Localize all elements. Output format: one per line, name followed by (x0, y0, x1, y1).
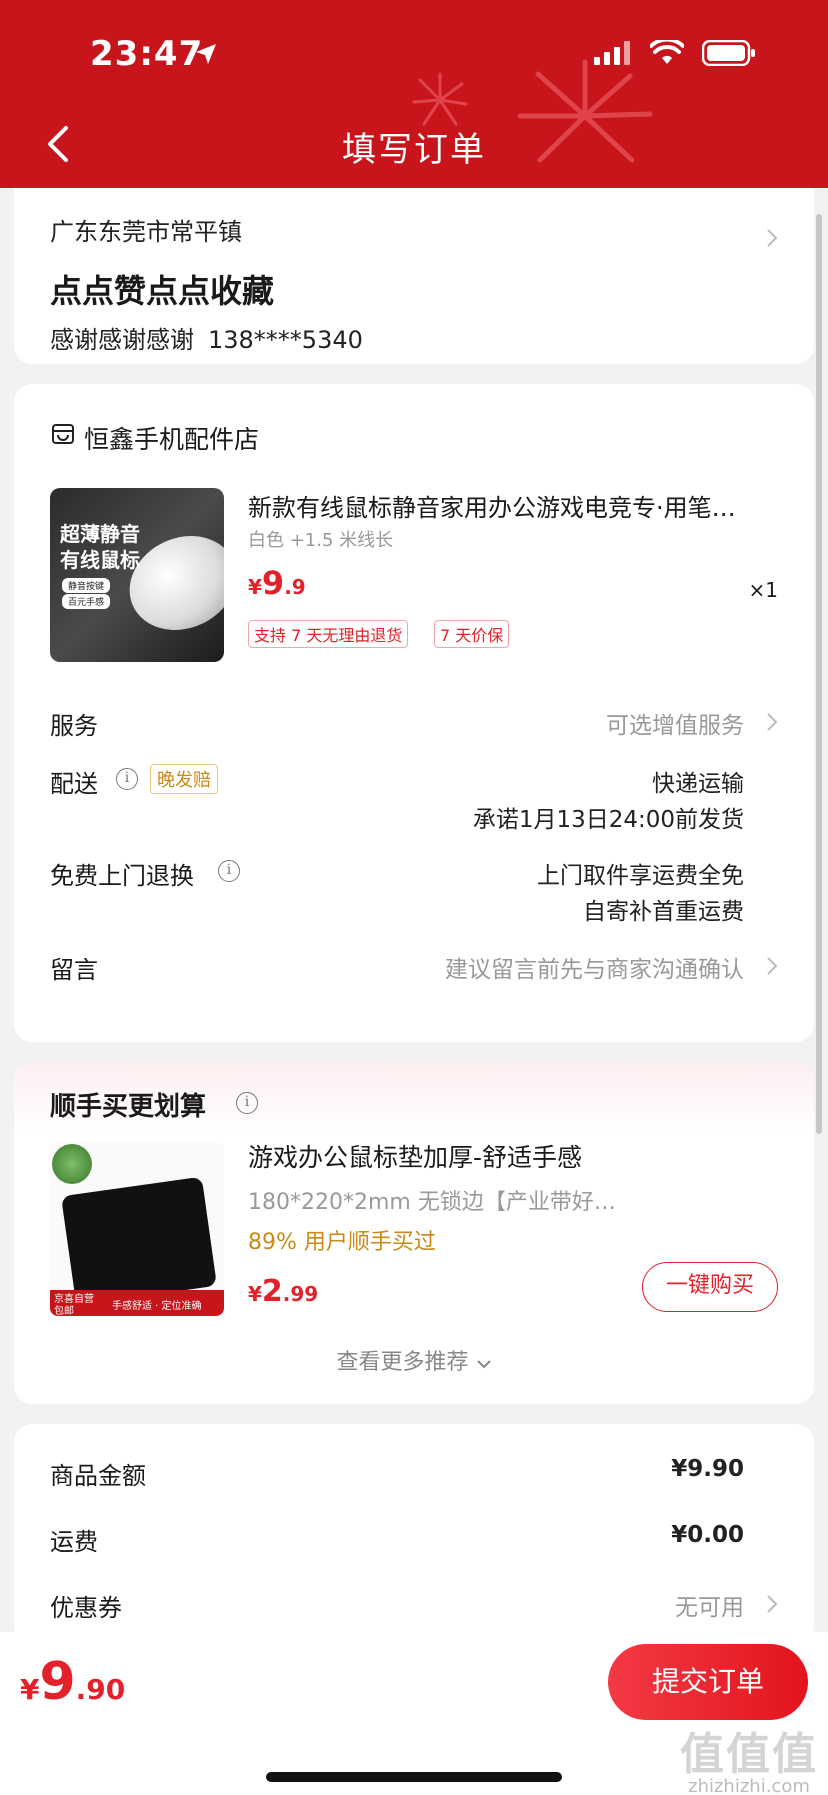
price-symbol: ¥ (248, 575, 262, 599)
recommend-buy-rate: 89% 用户顺手买过 (248, 1230, 436, 1255)
battery-icon (702, 40, 755, 66)
coupon-value[interactable]: 无可用 (675, 1588, 744, 1622)
chevron-right-icon (767, 957, 778, 975)
delivery-label: 配送 (50, 770, 98, 798)
checkout-bar: ¥9.90 提交订单 值值值 zhizhizhi.com (0, 1632, 828, 1795)
product-title[interactable]: 新款有线鼠标静音家用办公游戏电竞专·用笔… (248, 488, 798, 523)
message-input[interactable]: 建议留言前先与商家沟通确认 (445, 950, 744, 984)
watermark: 值值值 zhizhizhi.com (680, 1718, 818, 1795)
recommend-product-name[interactable]: 游戏办公鼠标垫加厚-舒适手感 (248, 1138, 582, 1174)
price-decimal: .90 (75, 1673, 126, 1706)
address-region: 广东东莞市常平镇 (50, 218, 242, 246)
header: 23:47 填写订单 (0, 0, 828, 188)
recommend-card: 顺手买更划算 i 京喜自营 包邮 手感舒适 · 定位准确 游戏办公鼠标垫加厚-舒… (14, 1062, 814, 1404)
status-time: 23:47 (90, 34, 204, 74)
address-detail: 点点赞点点收藏 (50, 272, 275, 310)
product-quantity: ×1 (748, 578, 778, 602)
goods-amount-value: ¥9.90 (671, 1456, 744, 1482)
location-arrow-icon (196, 44, 216, 64)
promo-text: 手感舒适 · 定位准确 (112, 1301, 202, 1312)
total-price: ¥9.90 (20, 1652, 125, 1712)
view-more-link[interactable]: 查看更多推荐 (14, 1344, 814, 1376)
price-decimal: .9 (284, 575, 306, 599)
late-compensation-tag: 晚发赔 (150, 764, 218, 794)
return-policy-tag: 支持 7 天无理由退货 (248, 620, 409, 648)
recipient-phone: 138****5340 (208, 326, 363, 354)
store-icon (52, 424, 74, 444)
one-click-buy-button[interactable]: 一键购买 (642, 1262, 778, 1312)
price-symbol: ¥ (248, 1282, 262, 1306)
product-image-chip: 静音按键 (62, 578, 111, 593)
shipping-label: 运费 (50, 1528, 98, 1556)
free-return-value-1: 上门取件享运费全免 (537, 863, 744, 889)
product-image-text: 有线鼠标 (60, 548, 140, 572)
store-name[interactable]: 恒鑫手机配件店 (84, 420, 259, 456)
product-image-text: 超薄静音 (60, 522, 140, 546)
mousepad-illustration (61, 1176, 217, 1306)
recommend-info-icon[interactable]: i (236, 1092, 258, 1114)
recommend-title: 顺手买更划算 (50, 1092, 207, 1122)
watermark-logo: 值值值 (680, 1729, 818, 1780)
price-protect-tag: 7 天价保 (434, 620, 510, 648)
image-promo-band: 京喜自营 包邮 手感舒适 · 定位准确 (50, 1290, 224, 1316)
price-integer: 9 (261, 564, 285, 602)
home-indicator[interactable] (266, 1772, 562, 1782)
price-decimal: .99 (282, 1282, 319, 1306)
message-label: 留言 (50, 956, 98, 984)
price-integer: 9 (39, 1652, 76, 1712)
coupon-label: 优惠券 (50, 1594, 122, 1622)
delivery-promise: 承诺1月13日24:00前发货 (472, 807, 744, 833)
recommend-product-spec: 180*220*2mm 无锁边【产业带好… (248, 1190, 616, 1215)
view-more-label: 查看更多推荐 (336, 1350, 469, 1375)
chevron-right-icon (767, 1595, 778, 1613)
address-contact: 感谢感谢感谢 138****5340 (50, 320, 363, 355)
chevron-down-icon (476, 1360, 491, 1369)
submit-order-button[interactable]: 提交订单 (608, 1644, 808, 1720)
wifi-icon (650, 40, 684, 64)
product-price: ¥9.9 (248, 564, 306, 602)
promo-text: 包邮 (54, 1306, 74, 1316)
plant-illustration (52, 1144, 92, 1184)
free-return-value-2: 自寄补首重运费 (583, 899, 744, 925)
cellular-signal-icon (594, 41, 630, 65)
recommend-price: ¥2.99 (248, 1274, 318, 1309)
product-image[interactable]: 超薄静音 有线鼠标 静音按键 百元手感 (50, 488, 224, 662)
free-return-label: 免费上门退换 (50, 862, 194, 890)
status-indicators (594, 40, 756, 66)
recommend-product-image[interactable]: 京喜自营 包邮 手感舒适 · 定位准确 (50, 1142, 224, 1316)
service-label: 服务 (50, 712, 98, 740)
product-spec: 白色 +1.5 米线长 (248, 530, 394, 551)
page-title: 填写订单 (342, 130, 486, 170)
recipient-name: 感谢感谢感谢 (50, 326, 194, 354)
chevron-right-icon (767, 229, 778, 247)
price-symbol: ¥ (20, 1673, 40, 1706)
delivery-method: 快递运输 (652, 771, 744, 797)
delivery-info-icon[interactable]: i (116, 768, 138, 790)
chevron-right-icon (767, 713, 778, 731)
product-image-chip: 百元手感 (62, 594, 111, 609)
price-integer: 2 (261, 1274, 283, 1309)
service-value[interactable]: 可选增值服务 (606, 706, 744, 740)
shipping-value: ¥0.00 (671, 1522, 744, 1548)
goods-amount-label: 商品金额 (50, 1462, 146, 1490)
return-info-icon[interactable]: i (218, 860, 240, 882)
watermark-url: zhizhizhi.com (688, 1776, 810, 1795)
firework-decoration (412, 72, 468, 126)
price-summary-card: 商品金额 ¥9.90 运费 ¥0.00 优惠券 无可用 (14, 1424, 814, 1644)
store-card: 恒鑫手机配件店 超薄静音 有线鼠标 静音按键 百元手感 新款有线鼠标静音家用办公… (14, 384, 814, 1042)
scrollbar[interactable] (816, 214, 822, 1134)
address-card[interactable]: 广东东莞市常平镇 点点赞点点收藏 感谢感谢感谢 138****5340 (14, 188, 814, 364)
